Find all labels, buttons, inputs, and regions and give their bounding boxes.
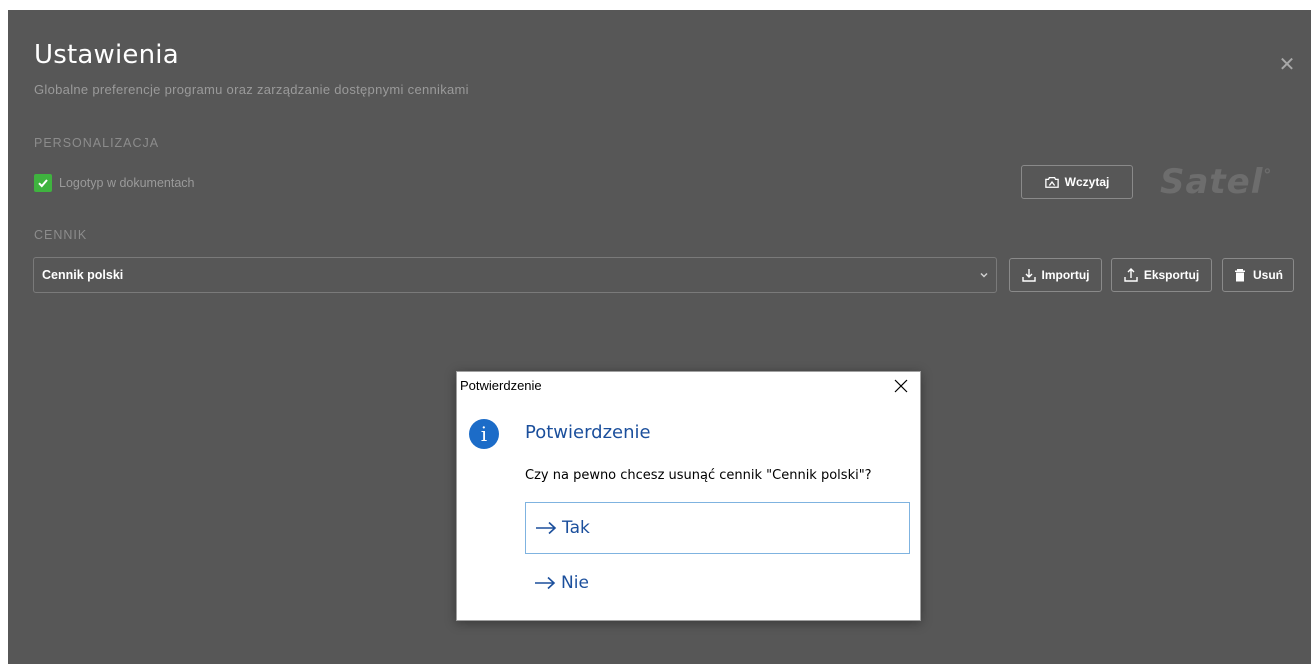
export-label: Eksportuj	[1143, 268, 1200, 282]
export-icon	[1124, 268, 1138, 282]
chevron-down-icon	[980, 272, 988, 278]
close-icon	[894, 379, 908, 393]
delete-button[interactable]: Usuń	[1222, 258, 1294, 292]
section-label-personalization: PERSONALIZACJA	[34, 136, 160, 150]
import-icon	[1021, 269, 1036, 282]
export-button[interactable]: Eksportuj	[1111, 258, 1212, 292]
dialog-heading: Potwierdzenie	[525, 422, 651, 443]
confirm-yes-label: Tak	[562, 518, 590, 538]
page-title: Ustawienia	[34, 40, 179, 70]
pricelist-select-value: Cennik polski	[42, 268, 124, 282]
load-logo-label: Wczytaj	[1064, 175, 1110, 189]
brand-logo: Satel°	[1160, 162, 1273, 202]
dialog-close-button[interactable]	[888, 374, 914, 398]
section-label-pricelist: CENNIK	[34, 228, 88, 242]
logo-checkbox[interactable]	[34, 174, 52, 192]
trash-icon	[1235, 269, 1245, 282]
checkmark-icon	[38, 179, 48, 188]
delete-label: Usuń	[1253, 268, 1283, 282]
logo-checkbox-label: Logotyp w dokumentach	[59, 176, 195, 190]
confirm-no-label: Nie	[561, 573, 589, 593]
import-label: Importuj	[1041, 268, 1090, 282]
dialog-message: Czy na pewno chcesz usunąć cennik "Cenni…	[525, 468, 872, 483]
arrow-right-icon	[536, 521, 557, 535]
load-logo-button[interactable]: Wczytaj	[1021, 165, 1133, 199]
info-icon: i	[469, 419, 499, 449]
confirmation-dialog: Potwierdzenie i Potwierdzenie Czy na pew…	[456, 371, 921, 621]
image-upload-icon	[1044, 176, 1059, 188]
confirm-no-button[interactable]: Nie	[525, 557, 910, 609]
pricelist-select[interactable]: Cennik polski	[33, 257, 997, 293]
dialog-window-title: Potwierdzenie	[460, 378, 542, 393]
page-subtitle: Globalne preferencje programu oraz zarzą…	[34, 82, 469, 97]
close-icon[interactable]: ✕	[1276, 54, 1298, 76]
logo-checkbox-row: Logotyp w dokumentach	[34, 173, 195, 193]
import-button[interactable]: Importuj	[1009, 258, 1102, 292]
arrow-right-icon	[535, 576, 556, 590]
confirm-yes-button[interactable]: Tak	[525, 502, 910, 554]
